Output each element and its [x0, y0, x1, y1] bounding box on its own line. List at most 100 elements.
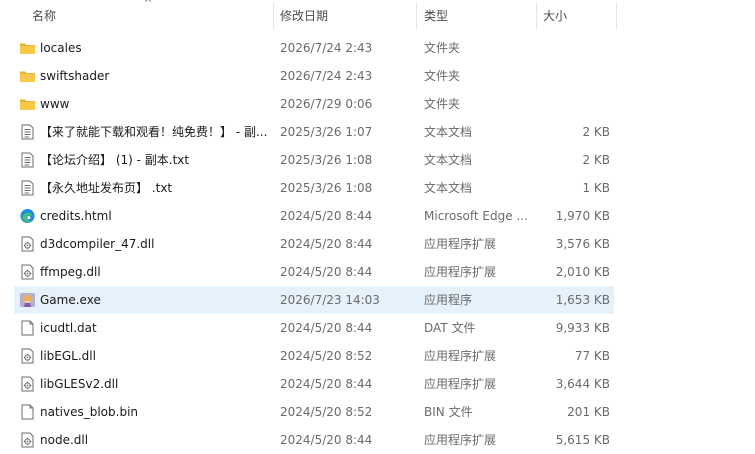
file-type: 应用程序扩展 — [424, 265, 497, 279]
file-type: 文本文档 — [424, 181, 473, 195]
game-exe-icon — [19, 292, 36, 308]
file-type: 应用程序 — [424, 293, 473, 307]
column-header-name[interactable]: 名称 — [32, 0, 56, 32]
file-date: 2025/3/26 1:08 — [280, 153, 373, 167]
file-name[interactable]: natives_blob.bin — [40, 398, 270, 426]
dll-file-icon — [19, 264, 36, 280]
file-type: Microsoft Edge ... — [424, 209, 528, 223]
file-name[interactable]: node.dll — [40, 426, 270, 454]
file-row[interactable]: node.dll 2024/5/20 8:44 应用程序扩展 5,615 KB — [0, 426, 755, 454]
file-row[interactable]: d3dcompiler_47.dll 2024/5/20 8:44 应用程序扩展 3,… — [0, 230, 755, 258]
file-date: 2024/5/20 8:44 — [280, 237, 373, 251]
file-name[interactable]: www — [40, 90, 270, 118]
file-row[interactable]: 【论坛介绍】 (1) - 副本.txt 2025/3/26 1:08 文本文档 2 K… — [0, 146, 755, 174]
file-size — [540, 62, 610, 90]
file-date: 2024/5/20 8:44 — [280, 321, 373, 335]
dll-file-icon — [19, 376, 36, 392]
file-name[interactable]: locales — [40, 34, 270, 62]
file-date: 2026/7/24 2:43 — [280, 69, 373, 83]
file-type: 应用程序扩展 — [424, 237, 497, 251]
folder-icon — [19, 96, 36, 112]
file-row[interactable]: natives_blob.bin 2024/5/20 8:52 BIN 文件 201 … — [0, 398, 755, 426]
file-row[interactable]: ffmpeg.dll 2024/5/20 8:44 应用程序扩展 2,010 KB — [0, 258, 755, 286]
column-header-date[interactable]: 修改日期 — [280, 0, 328, 32]
file-type: 文本文档 — [424, 153, 473, 167]
file-date: 2024/5/20 8:44 — [280, 433, 373, 447]
file-size: 2 KB — [582, 153, 610, 167]
file-type: 文件夹 — [424, 41, 461, 55]
folder-icon — [19, 68, 36, 84]
file-size: 9,933 KB — [555, 321, 610, 335]
file-name[interactable]: 【来了就能下载和观看！纯免费！】 - 副... — [40, 118, 270, 146]
file-size — [540, 34, 610, 62]
file-type: 应用程序扩展 — [424, 377, 497, 391]
file-date: 2024/5/20 8:44 — [280, 377, 373, 391]
file-name[interactable]: swiftshader — [40, 62, 270, 90]
file-row[interactable]: locales 2026/7/24 2:43 文件夹 — [0, 34, 755, 62]
column-header-bar: ^ 名称 修改日期 类型 大小 — [0, 0, 755, 32]
blank-file-icon — [19, 320, 36, 336]
file-date: 2024/5/20 8:52 — [280, 405, 373, 419]
file-name[interactable]: d3dcompiler_47.dll — [40, 230, 270, 258]
sort-ascending-icon[interactable]: ^ — [144, 0, 152, 10]
file-name[interactable]: Game.exe — [40, 286, 270, 314]
file-name[interactable]: ffmpeg.dll — [40, 258, 270, 286]
file-date: 2024/5/20 8:44 — [280, 209, 373, 223]
file-size: 5,615 KB — [555, 433, 610, 447]
dll-file-icon — [19, 348, 36, 364]
column-header-size[interactable]: 大小 — [543, 0, 567, 32]
file-row[interactable]: icudtl.dat 2024/5/20 8:44 DAT 文件 9,933 KB — [0, 314, 755, 342]
file-date: 2025/3/26 1:08 — [280, 181, 373, 195]
dll-file-icon — [19, 236, 36, 252]
file-type: 文件夹 — [424, 69, 461, 83]
blank-file-icon — [19, 404, 36, 420]
edge-icon — [19, 208, 36, 224]
column-divider[interactable] — [616, 2, 617, 30]
file-date: 2024/5/20 8:52 — [280, 349, 373, 363]
file-date: 2026/7/23 14:03 — [280, 293, 380, 307]
file-size: 3,576 KB — [555, 237, 610, 251]
file-name[interactable]: credits.html — [40, 202, 270, 230]
file-date: 2024/5/20 8:44 — [280, 265, 373, 279]
file-type: 文本文档 — [424, 125, 473, 139]
file-name[interactable]: 【永久地址发布页】 .txt — [40, 174, 270, 202]
text-file-icon — [19, 124, 36, 140]
file-name[interactable]: 【论坛介绍】 (1) - 副本.txt — [40, 146, 270, 174]
file-row[interactable]: www 2026/7/29 0:06 文件夹 — [0, 90, 755, 118]
file-size: 2 KB — [582, 125, 610, 139]
file-row[interactable]: 【来了就能下载和观看！纯免费！】 - 副... 2025/3/26 1:07 文本文… — [0, 118, 755, 146]
folder-icon — [19, 40, 36, 56]
file-row[interactable]: 【永久地址发布页】 .txt 2025/3/26 1:08 文本文档 1 KB — [0, 174, 755, 202]
dll-file-icon — [19, 432, 36, 448]
file-row[interactable]: libEGL.dll 2024/5/20 8:52 应用程序扩展 77 KB — [0, 342, 755, 370]
file-date: 2026/7/24 2:43 — [280, 41, 373, 55]
file-size: 201 KB — [567, 405, 610, 419]
file-type: DAT 文件 — [424, 321, 476, 335]
file-type: 应用程序扩展 — [424, 433, 497, 447]
file-row[interactable]: credits.html 2024/5/20 8:44 Microsoft Edge… — [0, 202, 755, 230]
column-divider[interactable] — [416, 2, 417, 30]
file-name[interactable]: libGLESv2.dll — [40, 370, 270, 398]
column-divider[interactable] — [273, 2, 274, 30]
file-date: 2026/7/29 0:06 — [280, 97, 373, 111]
file-row[interactable]: Game.exe 2026/7/23 14:03 应用程序 1,653 KB — [0, 286, 755, 314]
file-size: 3,644 KB — [555, 377, 610, 391]
file-size: 1,653 KB — [555, 293, 610, 307]
file-row[interactable]: swiftshader 2026/7/24 2:43 文件夹 — [0, 62, 755, 90]
file-size — [540, 90, 610, 118]
file-type: 应用程序扩展 — [424, 349, 497, 363]
file-type: BIN 文件 — [424, 405, 473, 419]
file-name[interactable]: libEGL.dll — [40, 342, 270, 370]
text-file-icon — [19, 152, 36, 168]
column-divider[interactable] — [536, 2, 537, 30]
file-date: 2025/3/26 1:07 — [280, 125, 373, 139]
file-size: 1 KB — [582, 181, 610, 195]
file-size: 1,970 KB — [555, 209, 610, 223]
file-size: 77 KB — [574, 349, 610, 363]
file-type: 文件夹 — [424, 97, 461, 111]
file-size: 2,010 KB — [555, 265, 610, 279]
text-file-icon — [19, 180, 36, 196]
file-name[interactable]: icudtl.dat — [40, 314, 270, 342]
column-header-type[interactable]: 类型 — [424, 0, 448, 32]
file-row[interactable]: libGLESv2.dll 2024/5/20 8:44 应用程序扩展 3,644 K… — [0, 370, 755, 398]
